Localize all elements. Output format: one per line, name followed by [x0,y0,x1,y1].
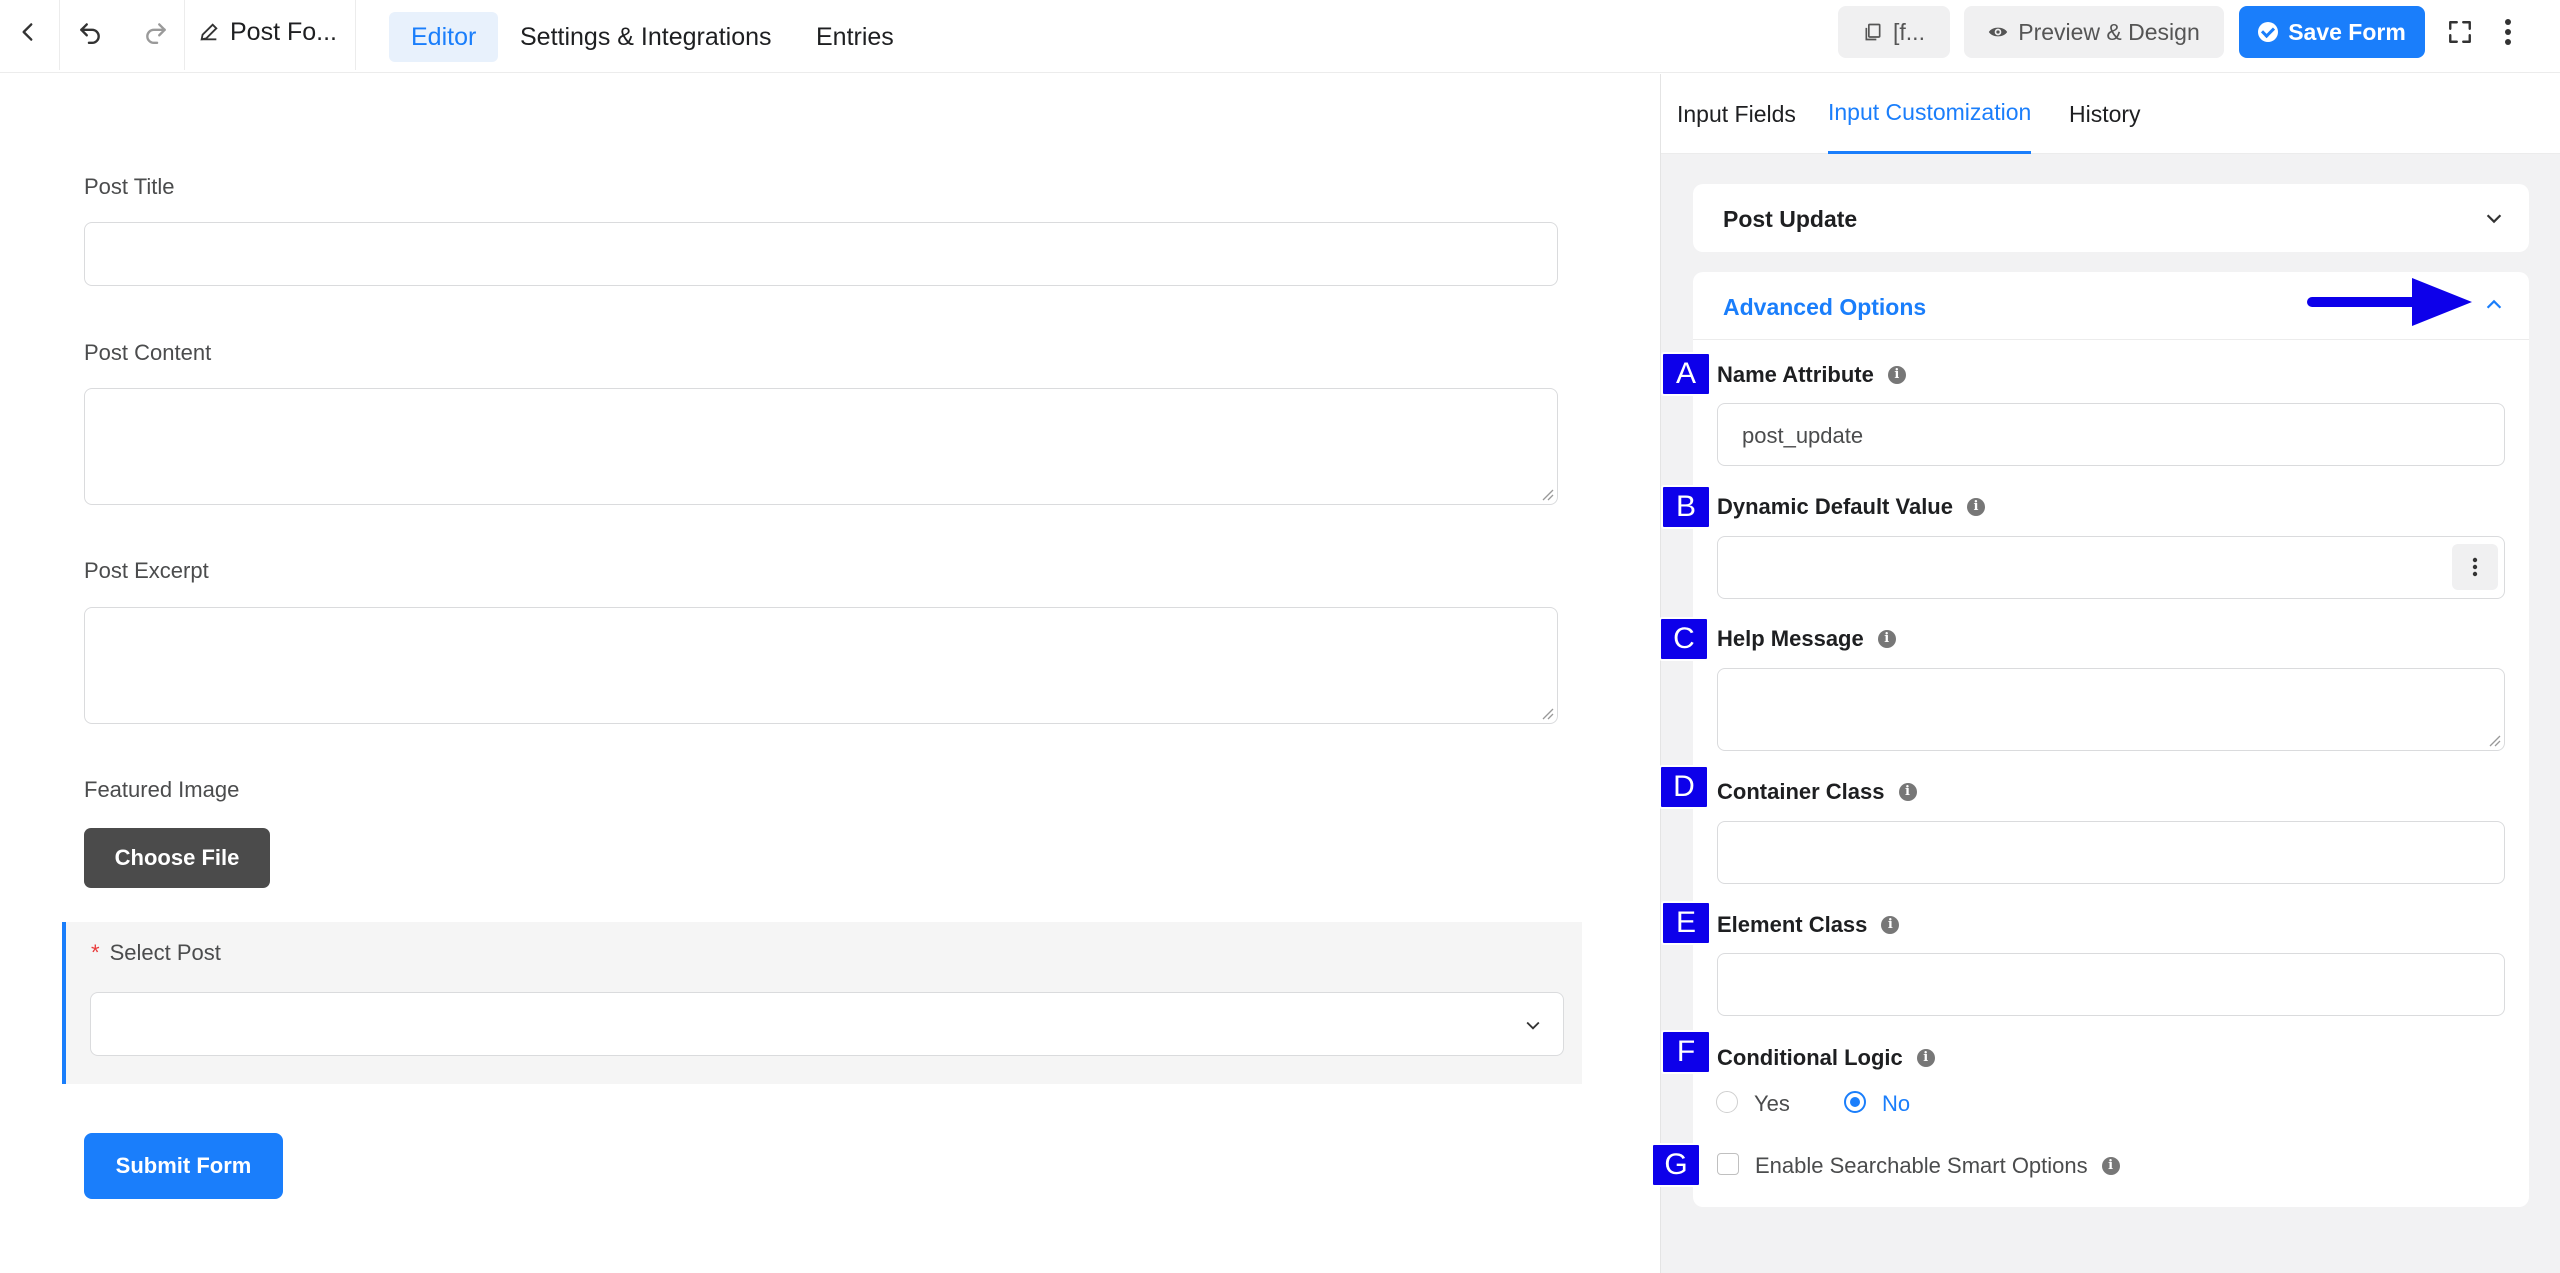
post-content-textarea[interactable] [84,388,1558,505]
container-class-label-text: Container Class [1717,779,1885,804]
featured-image-label: Featured Image [84,777,240,802]
conditional-logic-label: Conditional Logic i [1717,1045,1935,1071]
element-class-input[interactable] [1717,953,2505,1016]
annotation-badge-d: D [1659,765,1709,809]
preview-design-button[interactable]: Preview & Design [1964,6,2224,58]
tab-history[interactable]: History [2069,74,2141,154]
annotation-badge-b: B [1661,485,1711,529]
searchable-smart-options-checkbox[interactable] [1717,1153,1739,1175]
check-circle-icon [2258,22,2279,42]
container-class-label: Container Class i [1717,779,1917,805]
help-message-label: Help Message i [1717,626,1896,652]
element-class-label-text: Element Class [1717,912,1868,937]
info-icon[interactable]: i [1966,498,1985,516]
post-excerpt-textarea[interactable] [84,607,1558,724]
more-vertical-icon [2472,557,2478,577]
top-toolbar: Post Fo... Editor Settings & Integration… [0,0,2560,73]
help-message-label-text: Help Message [1717,626,1864,651]
advanced-options-title: Advanced Options [1723,294,1927,320]
info-icon[interactable]: i [1877,630,1896,648]
post-update-title: Post Update [1723,206,1858,232]
resize-handle-icon[interactable] [1540,706,1554,720]
post-update-section[interactable]: Post Update [1693,184,2529,252]
annotation-badge-e: E [1661,901,1711,945]
post-content-label: Post Content [84,340,212,365]
annotation-arrow [2307,278,2472,326]
chevron-up-icon [2486,299,2502,309]
undo-icon [80,23,100,45]
element-class-label: Element Class i [1717,912,1900,938]
fullscreen-icon [2449,21,2471,43]
post-title-label: Post Title [84,174,175,199]
name-attribute-value: post_update [1742,423,1864,448]
tab-editor[interactable]: Editor [389,12,499,62]
select-post-field: * Select Post [62,922,1582,1084]
conditional-logic-no-label[interactable]: No [1882,1091,1910,1117]
more-vertical-icon [2505,19,2511,45]
tab-input-fields[interactable]: Input Fields [1677,74,1796,154]
searchable-smart-options-label-text: Enable Searchable Smart Options [1755,1153,2088,1178]
redo-button[interactable] [128,0,184,64]
chevron-left-icon [22,23,33,41]
info-icon[interactable]: i [1916,1049,1935,1067]
smartcode-menu-button[interactable] [2452,544,2498,590]
info-icon[interactable]: i [1898,783,1917,801]
post-excerpt-label: Post Excerpt [84,558,209,583]
annotation-badge-g: G [1651,1143,1701,1187]
searchable-smart-options-label[interactable]: Enable Searchable Smart Options i [1755,1153,2120,1179]
help-message-textarea[interactable] [1717,668,2505,751]
chevron-down-icon [2486,214,2502,224]
fullscreen-button[interactable] [2436,0,2484,64]
resize-handle-icon[interactable] [1540,487,1554,501]
more-menu-button[interactable] [2490,0,2526,64]
shortcode-button[interactable]: [f... [1838,6,1950,58]
select-post-label-text: Select Post [109,940,221,965]
name-attribute-input[interactable]: post_update [1717,403,2505,466]
post-title-input[interactable] [84,222,1558,286]
copy-icon [1865,23,1881,41]
back-button[interactable] [0,0,56,64]
chevron-down-icon [1526,1021,1540,1030]
container-class-input[interactable] [1717,821,2505,884]
conditional-logic-yes-label[interactable]: Yes [1754,1091,1790,1117]
tab-settings-integrations[interactable]: Settings & Integrations [498,12,794,62]
eye-icon [1989,27,2008,37]
tab-input-customization[interactable]: Input Customization [1828,74,2032,154]
dynamic-default-input[interactable] [1717,536,2505,599]
resize-handle-icon[interactable] [2487,733,2501,747]
shortcode-label: [f... [1893,18,1925,45]
panel-tabs: Input Fields Input Customization History [1661,74,2560,154]
pencil-icon [200,23,218,41]
name-attribute-label-text: Name Attribute [1717,362,1874,387]
choose-file-button[interactable]: Choose File [84,828,270,888]
annotation-badge-a: A [1661,352,1711,396]
tab-entries[interactable]: Entries [794,12,916,62]
submit-form-button[interactable]: Submit Form [84,1133,283,1199]
redo-icon [146,23,166,45]
conditional-logic-label-text: Conditional Logic [1717,1045,1903,1070]
conditional-logic-no-radio[interactable] [1844,1091,1866,1113]
select-post-label: * Select Post [91,940,221,966]
form-name-text: Post Fo... [230,17,337,46]
conditional-logic-yes-radio[interactable] [1716,1091,1738,1113]
annotation-badge-c: C [1659,617,1709,661]
undo-button[interactable] [62,0,118,64]
save-form-button[interactable]: Save Form [2239,6,2425,58]
required-asterisk: * [91,940,100,965]
name-attribute-label: Name Attribute i [1717,362,1906,388]
save-label: Save Form [2288,18,2406,45]
dynamic-default-label-text: Dynamic Default Value [1717,494,1953,519]
form-name[interactable]: Post Fo... [198,16,337,48]
info-icon[interactable]: i [1887,366,1906,384]
annotation-badge-f: F [1661,1030,1711,1074]
info-icon[interactable]: i [1881,916,1900,934]
dynamic-default-label: Dynamic Default Value i [1717,494,1985,520]
select-post-dropdown[interactable] [90,992,1564,1056]
preview-label: Preview & Design [2018,18,2200,45]
info-icon[interactable]: i [2101,1157,2120,1175]
